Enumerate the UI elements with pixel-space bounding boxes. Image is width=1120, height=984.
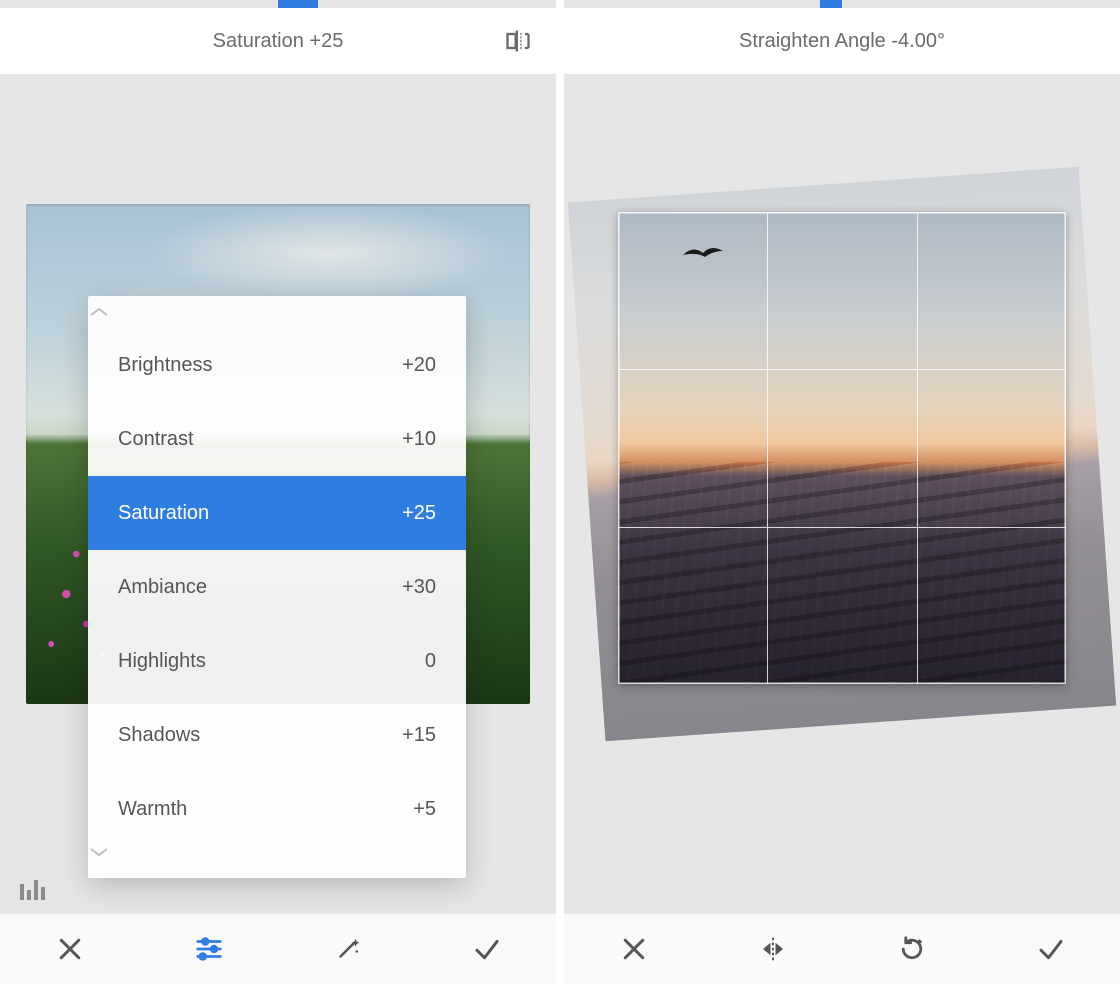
auto-wand-button[interactable]	[278, 914, 417, 984]
image-canvas[interactable]: Brightness +20 Contrast +10 Saturation +…	[0, 74, 556, 914]
adjustment-row-brightness[interactable]: Brightness +20	[88, 328, 466, 402]
adjustment-value: +10	[402, 428, 436, 451]
adjustment-row-contrast[interactable]: Contrast +10	[88, 402, 466, 476]
compare-icon[interactable]	[504, 27, 532, 55]
rotate-editor-screen: Straighten Angle -4.00°	[564, 0, 1120, 984]
adjustment-label: Saturation	[118, 502, 209, 525]
tune-editor-screen: Saturation +25 Brightness +20	[0, 0, 556, 984]
histogram-icon[interactable]	[20, 878, 50, 900]
active-adjustment-title: Saturation +25	[213, 30, 344, 53]
angle-slider-track[interactable]	[564, 0, 1120, 8]
adjustment-label: Contrast	[118, 428, 194, 451]
adjustment-row-saturation[interactable]: Saturation +25	[88, 476, 466, 550]
angle-slider-thumb[interactable]	[820, 0, 842, 8]
chevron-up-icon[interactable]	[88, 306, 466, 328]
image-canvas[interactable]	[564, 74, 1120, 914]
adjustment-value: +30	[402, 576, 436, 599]
editor-header: Straighten Angle -4.00°	[564, 8, 1120, 74]
accept-button[interactable]	[417, 914, 556, 984]
adjustment-label: Brightness	[118, 354, 213, 377]
value-slider-thumb[interactable]	[278, 0, 318, 8]
crop-preview[interactable]	[618, 212, 1066, 684]
close-button[interactable]	[564, 914, 703, 984]
bird-silhouette	[681, 245, 725, 263]
adjustment-label: Shadows	[118, 724, 200, 747]
adjustment-value: +5	[413, 798, 436, 821]
bottom-toolbar	[0, 914, 556, 984]
editor-header: Saturation +25	[0, 8, 556, 74]
close-button[interactable]	[0, 914, 139, 984]
active-adjustment-title: Straighten Angle -4.00°	[739, 30, 945, 53]
grid-line	[917, 212, 918, 684]
bottom-toolbar	[564, 914, 1120, 984]
adjustments-panel[interactable]: Brightness +20 Contrast +10 Saturation +…	[88, 296, 466, 878]
adjustment-row-highlights[interactable]: Highlights 0	[88, 624, 466, 698]
grid-line	[618, 369, 1066, 370]
accept-button[interactable]	[981, 914, 1120, 984]
adjustment-value: +25	[402, 502, 436, 525]
flip-horizontal-button[interactable]	[703, 914, 842, 984]
rotate-cw-button[interactable]	[842, 914, 981, 984]
adjustment-value: +15	[402, 724, 436, 747]
adjustment-value: +20	[402, 354, 436, 377]
adjustment-row-warmth[interactable]: Warmth +5	[88, 772, 466, 846]
grid-line	[618, 527, 1066, 528]
adjustment-row-shadows[interactable]: Shadows +15	[88, 698, 466, 772]
chevron-down-icon[interactable]	[88, 846, 466, 868]
tune-button[interactable]	[139, 914, 278, 984]
adjustment-value: 0	[425, 650, 436, 673]
adjustment-row-ambiance[interactable]: Ambiance +30	[88, 550, 466, 624]
adjustment-label: Warmth	[118, 798, 187, 821]
value-slider-track[interactable]	[0, 0, 556, 8]
grid-line	[767, 212, 768, 684]
adjustment-label: Highlights	[118, 650, 206, 673]
adjustment-label: Ambiance	[118, 576, 207, 599]
